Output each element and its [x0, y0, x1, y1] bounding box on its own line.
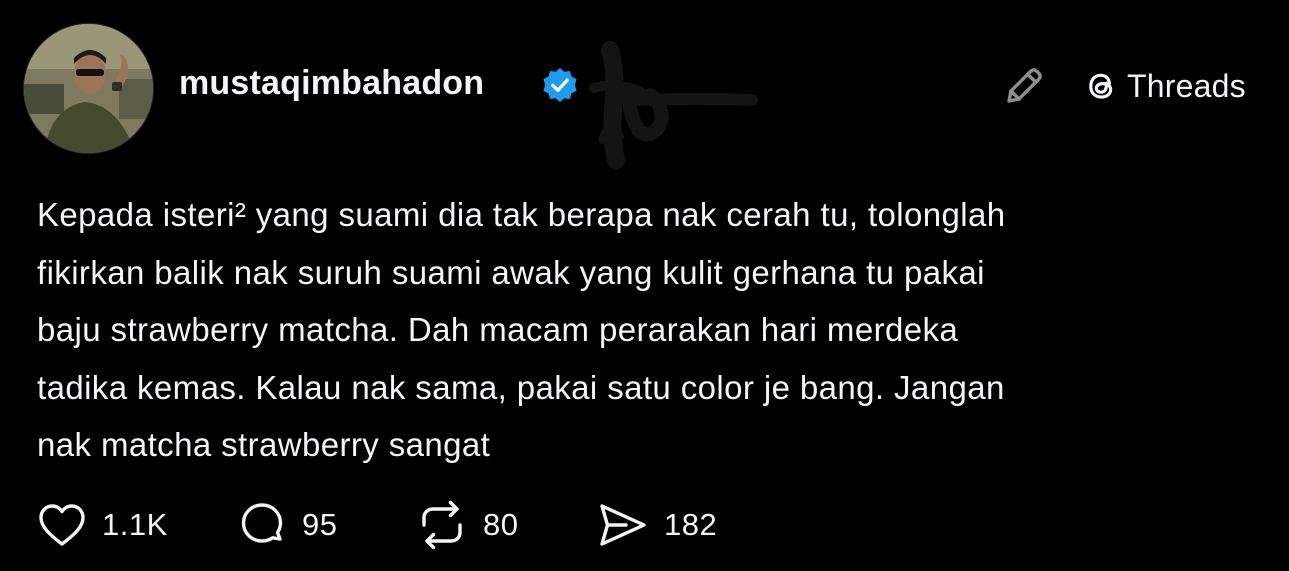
verified-badge-icon — [543, 67, 577, 103]
username[interactable]: mustaqimbahadon — [179, 64, 484, 103]
post-body-text: Kepada isteri² yang suami dia tak berapa… — [37, 196, 1006, 463]
avatar-photo — [24, 24, 153, 153]
repost-count: 80 — [483, 507, 519, 542]
threads-label: Threads — [1127, 67, 1246, 104]
threads-post: mustaqimbahadon Threads Kepada isteri² y… — [0, 0, 1289, 571]
threads-logo-icon — [1089, 73, 1113, 99]
share-button[interactable]: 182 — [596, 497, 717, 553]
avatar[interactable] — [23, 23, 154, 154]
repost-icon — [422, 500, 462, 550]
reply-button[interactable]: 95 — [236, 497, 337, 553]
reply-count: 95 — [302, 507, 338, 542]
comment-icon — [241, 503, 283, 543]
share-count: 182 — [664, 507, 718, 542]
send-icon — [600, 504, 646, 546]
threads-brand[interactable]: Threads — [1081, 66, 1246, 106]
redaction-scribble — [589, 41, 758, 169]
like-button[interactable]: 1.1K — [36, 497, 168, 553]
heart-icon — [39, 504, 85, 546]
edit-pencil-icon[interactable] — [998, 62, 1048, 112]
repost-button[interactable]: 80 — [415, 497, 518, 553]
like-count: 1.1K — [102, 507, 168, 542]
